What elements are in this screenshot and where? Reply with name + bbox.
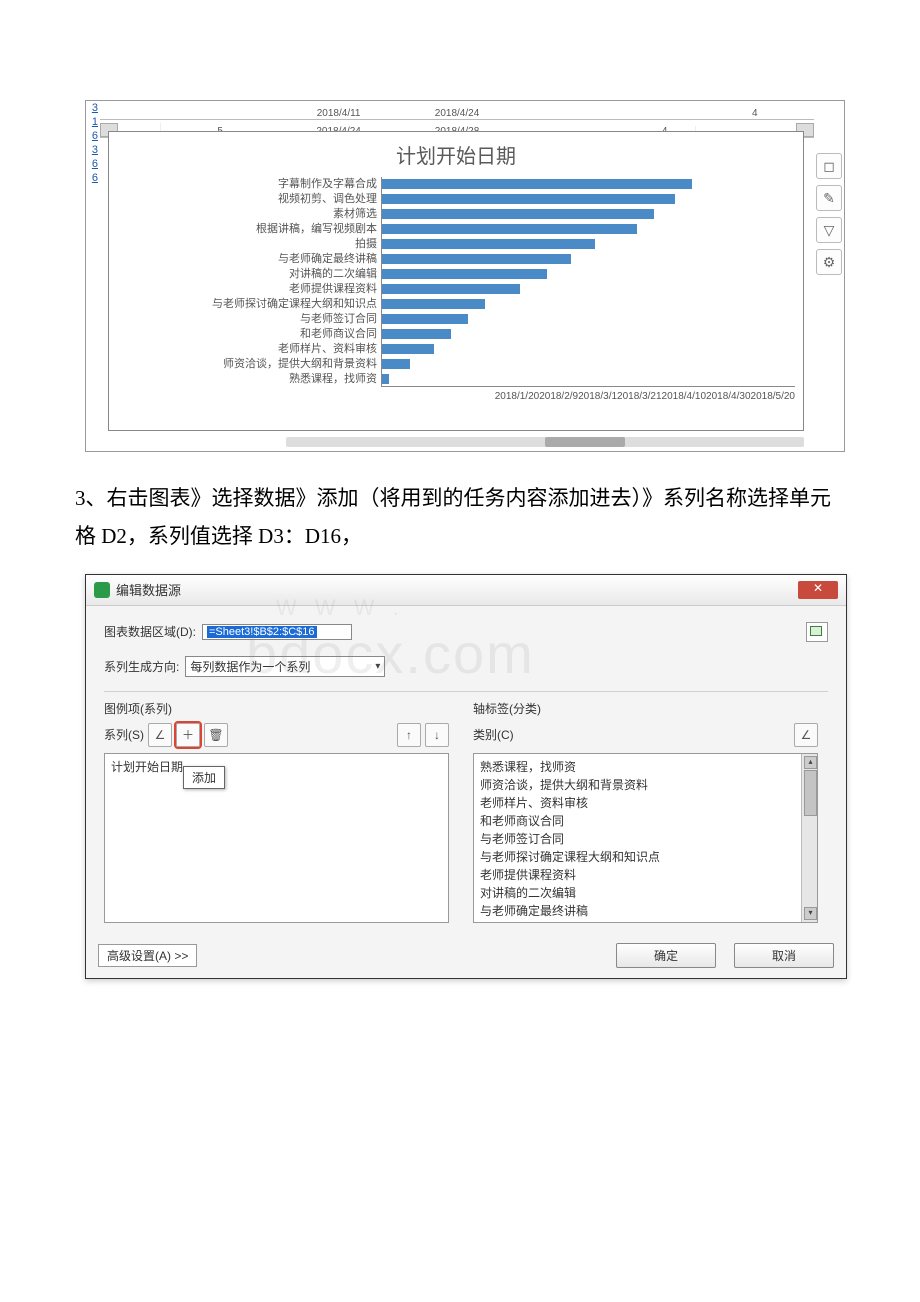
category-item[interactable]: 与老师探讨确定课程大纲和知识点: [480, 848, 811, 866]
scrollbar-thumb[interactable]: [545, 437, 625, 447]
axis-labels-header: 轴标签(分类): [473, 700, 818, 717]
add-tooltip: 添加: [183, 766, 225, 789]
chart-x-axis: 2018/1/202018/2/92018/3/12018/3/212018/4…: [117, 391, 795, 402]
series-direction-label: 系列生成方向:: [104, 658, 179, 675]
edit-series-icon[interactable]: ∠: [148, 723, 172, 747]
app-icon: [94, 582, 110, 598]
category-item[interactable]: 老师样片、资料审核: [480, 794, 811, 812]
partial-row-1: 2018/4/11 2018/4/24 4: [100, 101, 814, 120]
chart-range-value: =Sheet3!$B$2:$C$16: [207, 626, 317, 638]
chart-elements-icon[interactable]: ◻: [816, 153, 842, 179]
chart-bars: [381, 177, 795, 387]
category-item[interactable]: 与老师确定最终讲稿: [480, 902, 811, 920]
edit-category-icon[interactable]: ∠: [794, 723, 818, 747]
cancel-button[interactable]: 取消: [734, 943, 834, 968]
category-item[interactable]: 师资洽谈，提供大纲和背景资料: [480, 776, 811, 794]
chart-settings-icon[interactable]: ⚙: [816, 249, 842, 275]
category-listbox[interactable]: ▴ ▾ 熟悉课程，找师资师资洽谈，提供大纲和背景资料老师样片、资料审核和老师商议…: [473, 753, 818, 923]
scrollbar-thumb[interactable]: [804, 770, 817, 816]
category-c-label: 类别(C): [473, 726, 514, 743]
series-direction-value: 每列数据作为一个系列: [190, 658, 310, 675]
chart-plot-area[interactable]: 计划开始日期 字幕制作及字幕合成视频初剪、调色处理素材筛选根据讲稿，编写视频剧本…: [108, 131, 804, 431]
chart-range-label: 图表数据区域(D):: [104, 623, 196, 640]
legend-series-header: 图例项(系列): [104, 700, 449, 717]
category-item[interactable]: 熟悉课程，找师资: [480, 758, 811, 776]
cell-num: 4: [696, 108, 814, 119]
advanced-settings-button[interactable]: 高级设置(A) >>: [98, 944, 197, 967]
add-series-button[interactable]: ＋: [176, 723, 200, 747]
chart-filters-icon[interactable]: ▽: [816, 217, 842, 243]
left-ruler: 316366: [86, 101, 100, 451]
series-s-label: 系列(S): [104, 726, 144, 743]
ok-button[interactable]: 确定: [616, 943, 716, 968]
scroll-down-icon[interactable]: ▾: [804, 907, 817, 920]
list-scrollbar[interactable]: ▴ ▾: [801, 754, 817, 922]
move-up-icon[interactable]: ↑: [397, 723, 421, 747]
series-direction-select[interactable]: 每列数据作为一个系列: [185, 656, 385, 677]
category-item[interactable]: 对讲稿的二次编辑: [480, 884, 811, 902]
excel-chart-screenshot: 316366 2018/4/11 2018/4/24 4 5 2018/4/24…: [85, 100, 845, 452]
series-item[interactable]: 计划开始日期: [111, 758, 442, 776]
chart-toolbar: ◻ ✎ ▽ ⚙: [814, 147, 844, 281]
close-button[interactable]: ✕: [798, 581, 838, 599]
dialog-title: 编辑数据源: [116, 580, 181, 599]
move-down-icon[interactable]: ↓: [425, 723, 449, 747]
scroll-up-icon[interactable]: ▴: [804, 756, 817, 769]
range-picker-icon[interactable]: [806, 622, 828, 642]
category-item[interactable]: 和老师商议合同: [480, 812, 811, 830]
chart-title: 计划开始日期: [117, 140, 795, 169]
chart-range-input[interactable]: =Sheet3!$B$2:$C$16: [202, 624, 352, 640]
chart-styles-icon[interactable]: ✎: [816, 185, 842, 211]
horizontal-scrollbar[interactable]: [286, 437, 804, 447]
cell-date: 2018/4/24: [398, 108, 516, 119]
edit-data-source-dialog: W W W . bdocx.com 编辑数据源 ✕ 图表数据区域(D): =Sh…: [85, 574, 847, 979]
dialog-titlebar: 编辑数据源 ✕: [86, 575, 846, 606]
series-listbox[interactable]: 计划开始日期 添加: [104, 753, 449, 923]
instruction-step-3: 3、右击图表》选择数据》添加（将用到的任务内容添加进去）》系列名称选择单元格 D…: [75, 480, 845, 556]
delete-series-icon[interactable]: 🗑: [204, 723, 228, 747]
cell-date: 2018/4/11: [279, 108, 397, 119]
category-item[interactable]: 与老师签订合同: [480, 830, 811, 848]
chart-y-labels: 字幕制作及字幕合成视频初剪、调色处理素材筛选根据讲稿，编写视频剧本拍摄与老师确定…: [117, 177, 381, 387]
category-item[interactable]: 老师提供课程资料: [480, 866, 811, 884]
